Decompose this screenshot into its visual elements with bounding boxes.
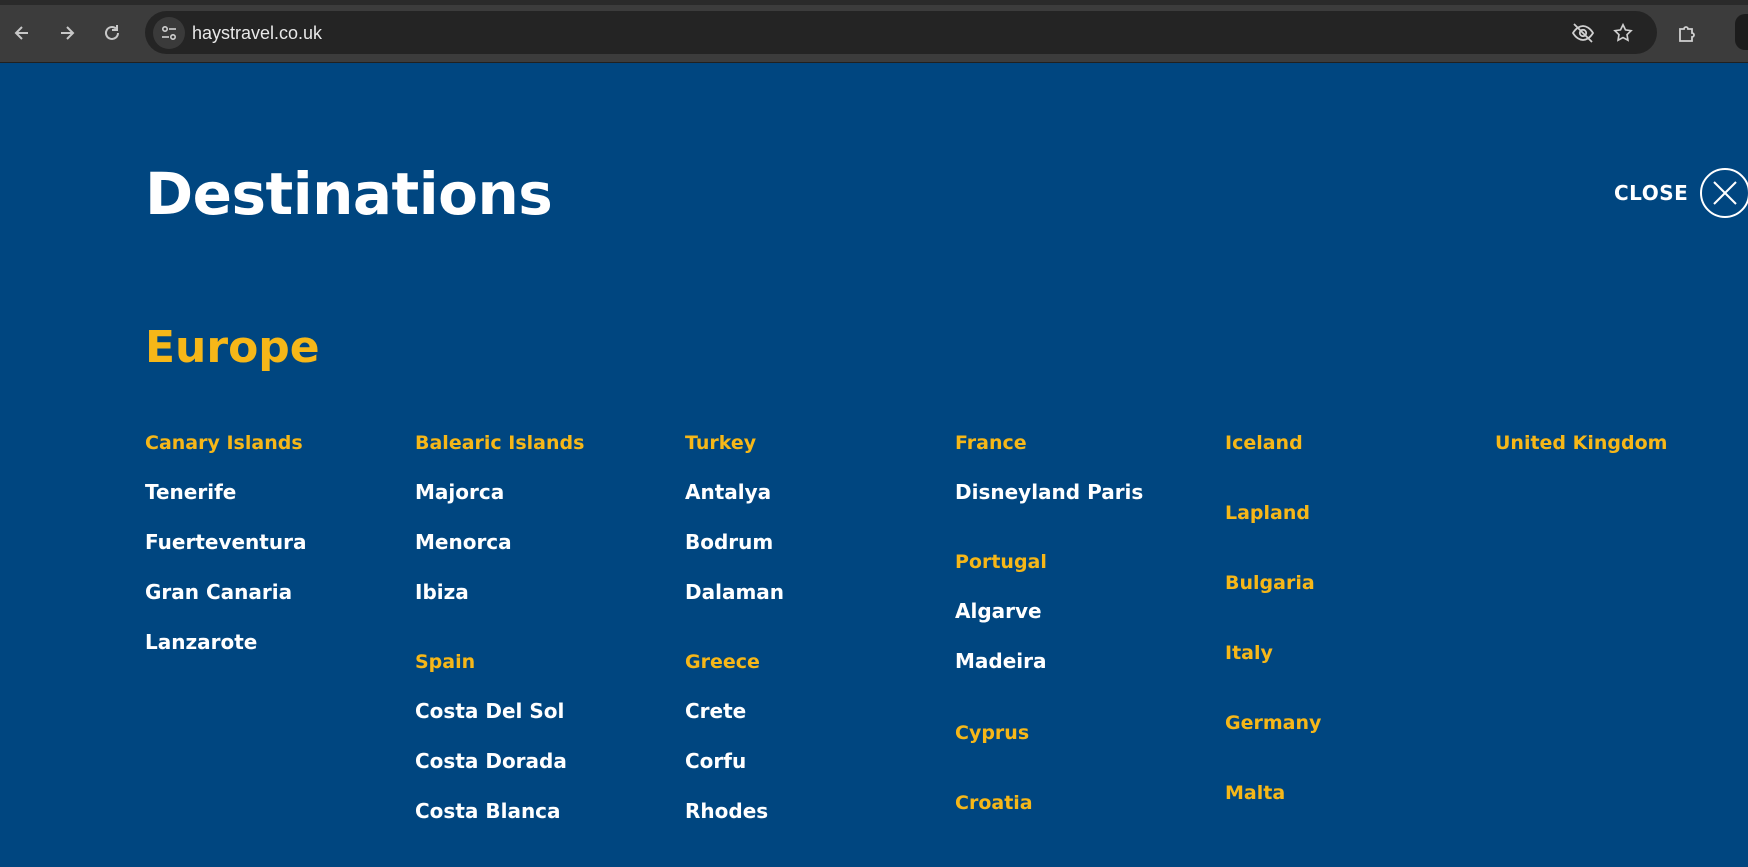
destination-column: Iceland Lapland Bulgaria Italy Germany M…: [1225, 430, 1485, 807]
url-text[interactable]: haystravel.co.uk: [192, 23, 322, 44]
tracking-protection-button[interactable]: [1571, 21, 1595, 45]
country-link-canary-islands[interactable]: Canary Islands: [145, 430, 405, 457]
forward-button[interactable]: [50, 16, 84, 50]
page-title: Destinations: [145, 160, 553, 228]
country-link-spain[interactable]: Spain: [415, 649, 675, 676]
country-link-greece[interactable]: Greece: [685, 649, 945, 676]
reload-button[interactable]: [95, 16, 129, 50]
country-link-turkey[interactable]: Turkey: [685, 430, 945, 457]
site-info-button[interactable]: [153, 17, 185, 49]
tab-strip: [0, 0, 1748, 5]
destination-column: France Disneyland Paris Portugal Algarve…: [955, 430, 1215, 817]
country-link-cyprus[interactable]: Cyprus: [955, 720, 1215, 747]
country-link-germany[interactable]: Germany: [1225, 710, 1485, 737]
site-info-icon: [161, 25, 177, 41]
back-button[interactable]: [5, 16, 39, 50]
destination-column: Balearic Islands Majorca Menorca Ibiza S…: [415, 430, 675, 825]
destination-link-majorca[interactable]: Majorca: [415, 479, 675, 506]
destination-link-gran-canaria[interactable]: Gran Canaria: [145, 579, 405, 606]
country-link-united-kingdom[interactable]: United Kingdom: [1495, 430, 1735, 457]
destination-column: Canary Islands Tenerife Fuerteventura Gr…: [145, 430, 405, 656]
extensions-icon: [1679, 26, 1695, 42]
destination-link-bodrum[interactable]: Bodrum: [685, 529, 945, 556]
country-link-bulgaria[interactable]: Bulgaria: [1225, 570, 1485, 597]
destination-link-tenerife[interactable]: Tenerife: [145, 479, 405, 506]
destination-link-ibiza[interactable]: Ibiza: [415, 579, 675, 606]
destination-link-corfu[interactable]: Corfu: [685, 748, 945, 775]
country-link-croatia[interactable]: Croatia: [955, 790, 1215, 817]
country-link-iceland[interactable]: Iceland: [1225, 430, 1485, 457]
back-icon: [14, 26, 28, 40]
destination-link-algarve[interactable]: Algarve: [955, 598, 1215, 625]
close-button[interactable]: CLOSE: [1614, 168, 1748, 218]
profile-button[interactable]: [1735, 14, 1748, 50]
destination-link-costa-blanca[interactable]: Costa Blanca: [415, 798, 675, 825]
destination-link-costa-del-sol[interactable]: Costa Del Sol: [415, 698, 675, 725]
destination-link-rhodes[interactable]: Rhodes: [685, 798, 945, 825]
country-link-france[interactable]: France: [955, 430, 1215, 457]
destination-link-crete[interactable]: Crete: [685, 698, 945, 725]
browser-toolbar: haystravel.co.uk: [0, 0, 1748, 63]
destination-link-disneyland-paris[interactable]: Disneyland Paris: [955, 479, 1215, 506]
destination-link-dalaman[interactable]: Dalaman: [685, 579, 945, 606]
destination-link-lanzarote[interactable]: Lanzarote: [145, 629, 405, 656]
address-bar[interactable]: haystravel.co.uk: [145, 11, 1657, 54]
forward-icon: [61, 26, 75, 40]
destination-link-madeira[interactable]: Madeira: [955, 648, 1215, 675]
extensions-button[interactable]: [1674, 20, 1700, 46]
close-icon: [1700, 168, 1748, 218]
destination-column: Turkey Antalya Bodrum Dalaman Greece Cre…: [685, 430, 945, 825]
country-link-italy[interactable]: Italy: [1225, 640, 1485, 667]
country-link-portugal[interactable]: Portugal: [955, 549, 1215, 576]
destination-link-fuerteventura[interactable]: Fuerteventura: [145, 529, 405, 556]
destination-link-menorca[interactable]: Menorca: [415, 529, 675, 556]
destination-link-antalya[interactable]: Antalya: [685, 479, 945, 506]
country-link-malta[interactable]: Malta: [1225, 780, 1485, 807]
star-icon: [1613, 22, 1633, 42]
country-link-lapland[interactable]: Lapland: [1225, 500, 1485, 527]
reload-icon: [105, 25, 119, 40]
eye-off-icon: [1571, 23, 1595, 43]
bookmark-button[interactable]: [1611, 21, 1635, 45]
destinations-menu: Destinations CLOSE Europe Canary Islands…: [0, 64, 1748, 867]
region-heading: Europe: [145, 322, 320, 373]
destination-column: United Kingdom: [1495, 430, 1735, 457]
country-link-balearic-islands[interactable]: Balearic Islands: [415, 430, 675, 457]
destination-link-costa-dorada[interactable]: Costa Dorada: [415, 748, 675, 775]
close-label: CLOSE: [1614, 181, 1689, 205]
